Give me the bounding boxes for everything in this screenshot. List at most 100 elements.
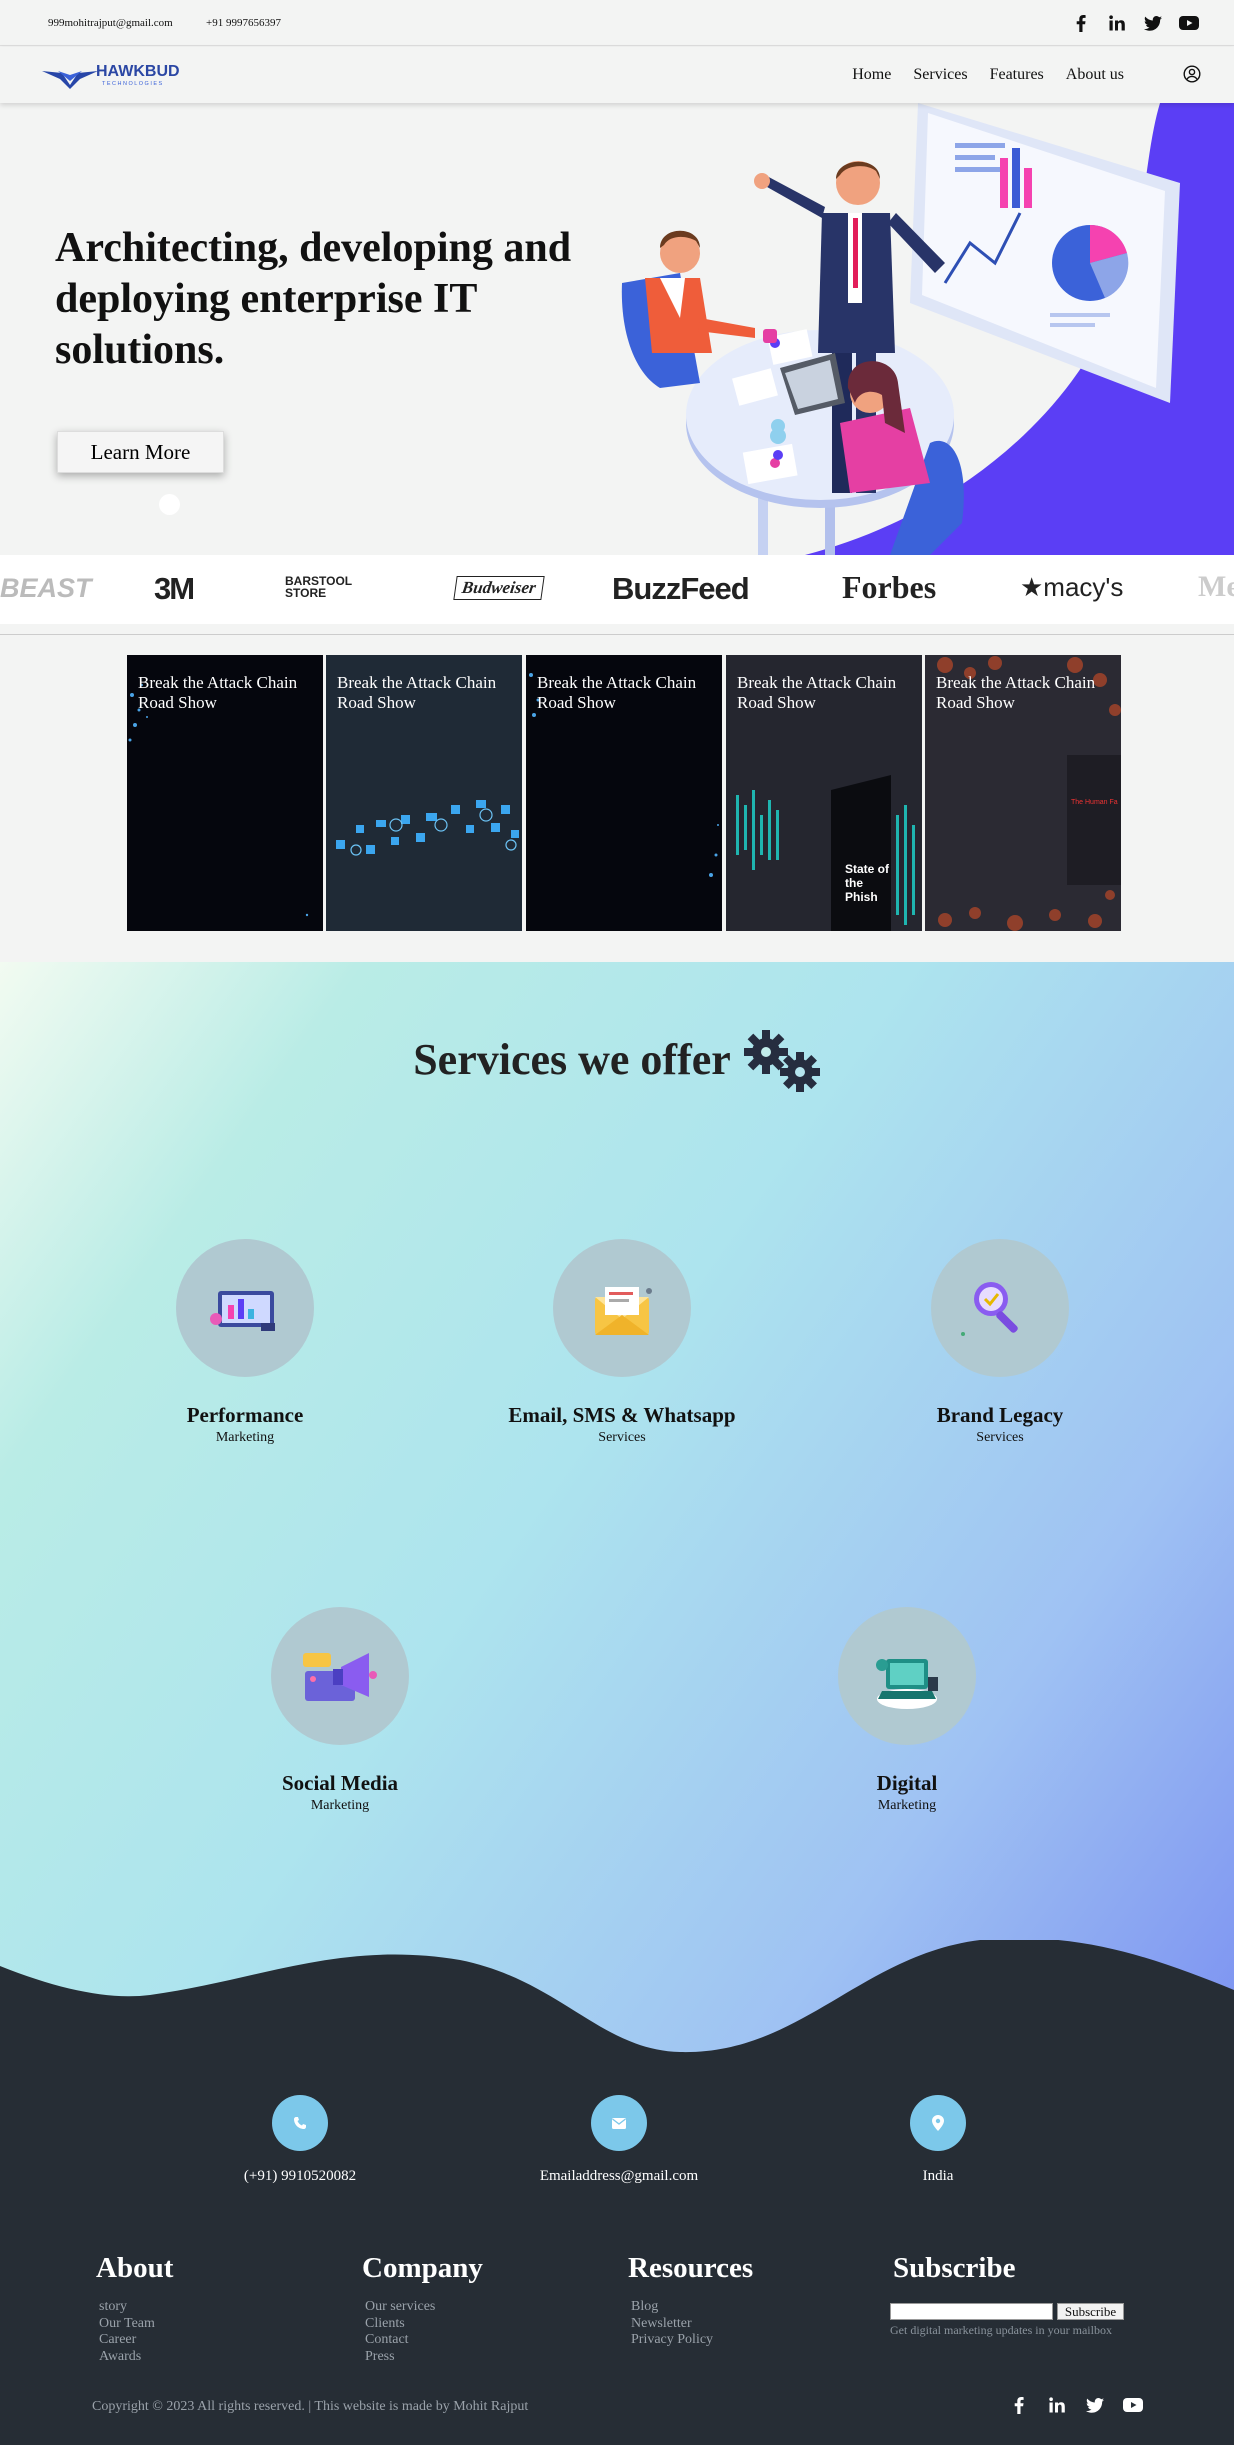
subscribe-hint: Get digital marketing updates in your ma… bbox=[890, 2323, 1112, 2337]
service-brand-legacy[interactable]: Brand Legacy Services bbox=[850, 1239, 1150, 1446]
navbar: HAWKBUD TECHNOLOGIES Home Services Featu… bbox=[0, 47, 1234, 103]
report-title: State of the Phish bbox=[845, 862, 890, 904]
contact-email[interactable]: Emailaddress@gmail.com bbox=[519, 2095, 719, 2185]
learn-more-button[interactable]: Learn More bbox=[57, 431, 224, 473]
footer-heading: About bbox=[96, 2252, 174, 2284]
nav-features[interactable]: Features bbox=[990, 66, 1044, 84]
contact-text: Emailaddress@gmail.com bbox=[539, 2168, 699, 2184]
carousel-dot[interactable] bbox=[159, 494, 180, 515]
topbar-social bbox=[1070, 13, 1200, 33]
mail-icon bbox=[591, 2095, 647, 2151]
footer-link[interactable]: story bbox=[99, 2299, 173, 2316]
service-sub: Marketing bbox=[310, 1798, 370, 1813]
nav-home[interactable]: Home bbox=[852, 66, 891, 84]
promo-card[interactable]: Break the Attack Chain Road Show bbox=[127, 655, 323, 931]
subscribe-button[interactable]: Subscribe bbox=[1057, 2303, 1124, 2320]
main-nav: Home Services Features About us bbox=[852, 66, 1124, 84]
brand-logo: ★macy's bbox=[1020, 572, 1124, 602]
logo-subtext: TECHNOLOGIES bbox=[102, 81, 164, 87]
service-social-media[interactable]: Social Media Marketing bbox=[190, 1607, 490, 1814]
service-sub: Marketing bbox=[877, 1798, 937, 1813]
footer-heading: Subscribe bbox=[893, 2252, 1016, 2284]
service-performance[interactable]: Performance Marketing bbox=[95, 1239, 395, 1446]
facebook-icon[interactable] bbox=[1070, 13, 1092, 33]
brand-logo: 3M bbox=[154, 571, 195, 606]
service-sub: Marketing bbox=[215, 1430, 275, 1445]
phone-icon bbox=[272, 2095, 328, 2151]
youtube-icon[interactable] bbox=[1122, 2395, 1144, 2415]
twitter-icon[interactable] bbox=[1142, 13, 1164, 33]
footer-heading: Company bbox=[362, 2252, 483, 2284]
contact-text: (+91) 9910520082 bbox=[243, 2168, 357, 2184]
nav-services[interactable]: Services bbox=[913, 66, 967, 84]
gears-icon bbox=[744, 1030, 820, 1092]
card-title: Break the Attack Chain Road Show bbox=[138, 673, 298, 712]
contact-text: India bbox=[922, 2168, 954, 2184]
card-title: Break the Attack Chain Road Show bbox=[537, 673, 697, 712]
footer-link[interactable]: Newsletter bbox=[631, 2316, 753, 2333]
brand-logos-strip: BEAST 3M BARSTOOL STORE Budweiser BuzzFe… bbox=[0, 555, 1234, 624]
subscribe-email-input[interactable] bbox=[890, 2303, 1053, 2320]
presentation-board-icon bbox=[910, 103, 1180, 403]
card-title: Break the Attack Chain Road Show bbox=[737, 673, 897, 712]
contact-location[interactable]: India bbox=[838, 2095, 1038, 2185]
footer-link[interactable]: Privacy Policy bbox=[631, 2332, 753, 2349]
envelope-icon bbox=[553, 1239, 691, 1377]
footer-resources: Resources Blog Newsletter Privacy Policy bbox=[628, 2252, 753, 2349]
dashboard-icon bbox=[176, 1239, 314, 1377]
promo-card[interactable]: Break the Attack Chain Road Show bbox=[326, 655, 522, 931]
copyright: Copyright © 2023 All rights reserved. | … bbox=[92, 2399, 529, 2414]
linkedin-icon[interactable] bbox=[1106, 13, 1128, 33]
service-name: Brand Legacy bbox=[936, 1403, 1064, 1427]
topbar-email[interactable]: 999mohitrajput@gmail.com bbox=[48, 17, 173, 29]
magnifier-icon bbox=[931, 1239, 1069, 1377]
top-bar: 999mohitrajput@gmail.com +91 9997656397 bbox=[0, 0, 1234, 46]
footer-link[interactable]: Clients bbox=[365, 2316, 483, 2333]
footer-link[interactable]: Awards bbox=[99, 2349, 173, 2366]
user-circle-icon[interactable] bbox=[1183, 65, 1201, 88]
footer-company: Company Our services Clients Contact Pre… bbox=[362, 2252, 483, 2365]
service-sub: Services bbox=[976, 1430, 1024, 1445]
service-digital[interactable]: Digital Marketing bbox=[757, 1607, 1057, 1814]
footer-link[interactable]: Contact bbox=[365, 2332, 483, 2349]
footer-subscribe: Subscribe bbox=[893, 2252, 1015, 2285]
service-name: Email, SMS & Whatsapp bbox=[508, 1403, 736, 1427]
card-title: Break the Attack Chain Road Show bbox=[337, 673, 497, 712]
hero-illustration bbox=[621, 103, 1234, 555]
topbar-phone[interactable]: +91 9997656397 bbox=[206, 17, 281, 29]
footer-link[interactable]: Our services bbox=[365, 2299, 483, 2316]
facebook-icon[interactable] bbox=[1008, 2395, 1030, 2415]
twitter-icon[interactable] bbox=[1084, 2395, 1106, 2415]
service-name: Social Media bbox=[281, 1771, 399, 1795]
brand-logo: Me bbox=[1198, 570, 1234, 603]
brand-logo: Budweiser bbox=[453, 576, 545, 600]
logo-text: HAWKBUD bbox=[96, 63, 180, 80]
linkedin-icon[interactable] bbox=[1046, 2395, 1068, 2415]
footer-link[interactable]: Career bbox=[99, 2332, 173, 2349]
service-email-sms-whatsapp[interactable]: Email, SMS & Whatsapp Services bbox=[472, 1239, 772, 1446]
contact-phone[interactable]: (+91) 9910520082 bbox=[200, 2095, 400, 2185]
brand-logo: BEAST bbox=[0, 573, 92, 603]
report-title: The Human Fa bbox=[1071, 799, 1118, 806]
footer bbox=[0, 1940, 1234, 2445]
footer-link[interactable]: Our Team bbox=[99, 2316, 173, 2333]
youtube-icon[interactable] bbox=[1178, 13, 1200, 33]
footer-link[interactable]: Blog bbox=[631, 2299, 753, 2316]
laptop-icon bbox=[838, 1607, 976, 1745]
brand-logo: Forbes bbox=[842, 569, 937, 605]
service-sub: Services bbox=[598, 1430, 646, 1445]
footer-link[interactable]: Press bbox=[365, 2349, 483, 2366]
footer-wave bbox=[0, 1940, 1234, 2445]
promo-card[interactable]: State of the Phish Break the Attack Chai… bbox=[726, 655, 922, 931]
card-title: Break the Attack Chain Road Show bbox=[936, 673, 1096, 712]
footer-about: About story Our Team Career Awards bbox=[96, 2252, 173, 2365]
megaphone-icon bbox=[271, 1607, 409, 1745]
promo-card[interactable]: Break the Attack Chain Road Show bbox=[526, 655, 722, 931]
hawkbud-logo[interactable]: HAWKBUD TECHNOLOGIES bbox=[40, 59, 190, 93]
services-title: Services we offer bbox=[413, 1035, 731, 1084]
nav-about-us[interactable]: About us bbox=[1066, 66, 1124, 84]
service-name: Performance bbox=[186, 1403, 304, 1427]
brand-logo: BARSTOOL STORE bbox=[285, 574, 352, 600]
hero-section: Architecting, developing and deploying e… bbox=[0, 103, 1234, 555]
promo-card[interactable]: The Human Fa Break the Attack Chain Road… bbox=[925, 655, 1121, 931]
